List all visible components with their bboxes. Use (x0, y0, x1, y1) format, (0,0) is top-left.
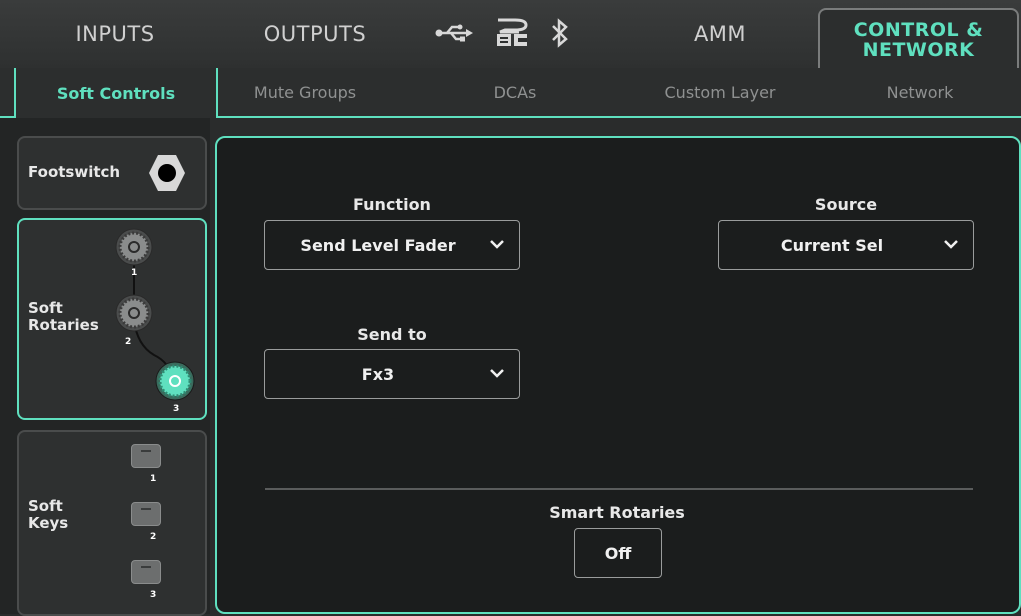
rotary-knob-icon[interactable] (115, 228, 153, 266)
chevron-down-icon (490, 240, 504, 249)
rotary-number: 3 (173, 404, 180, 414)
status-icons (435, 18, 569, 48)
sub-tab-bar: Soft Controls Mute Groups DCAs Custom La… (0, 68, 1021, 118)
function-value: Send Level Fader (300, 235, 456, 255)
soft-keys-label: Soft Keys (28, 498, 68, 532)
subtab-custom-layer[interactable]: Custom Layer (635, 68, 805, 116)
source-value: Current Sel (780, 235, 884, 255)
subtab-soft-controls[interactable]: Soft Controls (14, 68, 218, 118)
chevron-down-icon (490, 369, 504, 378)
tab-inputs[interactable]: INPUTS (40, 0, 190, 68)
smart-rotaries-label: Smart Rotaries (549, 503, 685, 522)
subtab-dcas[interactable]: DCAs (430, 68, 600, 116)
soft-keys-card[interactable]: Soft Keys 1 2 3 (17, 430, 207, 616)
function-dropdown[interactable]: Send Level Fader (264, 220, 520, 270)
key-number: 1 (150, 474, 157, 484)
usb-icon[interactable] (435, 24, 473, 42)
section-divider (265, 488, 973, 490)
smart-rotaries-toggle[interactable]: Off (574, 528, 662, 578)
subtab-network[interactable]: Network (835, 68, 1005, 116)
soft-rotary-settings-panel: Function Send Level Fader Source Current… (215, 136, 1021, 614)
soft-keys-line2: Keys (28, 514, 69, 532)
rotary-number: 2 (125, 337, 132, 347)
footswitch-card[interactable]: Footswitch (17, 136, 207, 210)
send-to-dropdown[interactable]: Fx3 (264, 349, 520, 399)
rotary-number: 1 (131, 268, 138, 278)
soft-key-icon[interactable] (131, 444, 161, 468)
tab-amm[interactable]: AMM (645, 0, 795, 68)
soft-key-icon[interactable] (131, 560, 161, 584)
key-number: 3 (150, 590, 157, 600)
tab-control-network[interactable]: CONTROL & NETWORK (818, 8, 1019, 70)
tab-control-line2: NETWORK (862, 39, 975, 61)
function-label: Function (353, 195, 431, 214)
send-to-value: Fx3 (361, 364, 395, 384)
tab-control-line1: CONTROL & (853, 19, 984, 41)
footswitch-label: Footswitch (28, 163, 121, 181)
top-tab-bar: INPUTS OUTPUTS AMM CONTROL & NETWORK (0, 0, 1021, 70)
footswitch-jack-icon (149, 155, 185, 191)
bluetooth-icon[interactable] (551, 18, 569, 48)
source-label: Source (814, 195, 878, 214)
send-to-label: Send to (357, 325, 427, 344)
soft-key-icon[interactable] (131, 502, 161, 526)
tab-outputs[interactable]: OUTPUTS (240, 0, 390, 68)
source-dropdown[interactable]: Current Sel (718, 220, 974, 270)
left-panel: Footswitch Soft Rotaries 1 2 3 Soft Keys… (0, 118, 210, 616)
soft-keys-line1: Soft (28, 497, 63, 515)
rotary-knob-selected-icon[interactable] (155, 361, 195, 401)
sdhc-icon[interactable] (495, 18, 529, 48)
rotary-knob-icon[interactable] (115, 294, 153, 332)
soft-rotaries-card[interactable]: Soft Rotaries 1 2 3 (17, 218, 207, 420)
subtab-mute-groups[interactable]: Mute Groups (220, 68, 390, 116)
key-number: 2 (150, 532, 157, 542)
chevron-down-icon (944, 240, 958, 249)
